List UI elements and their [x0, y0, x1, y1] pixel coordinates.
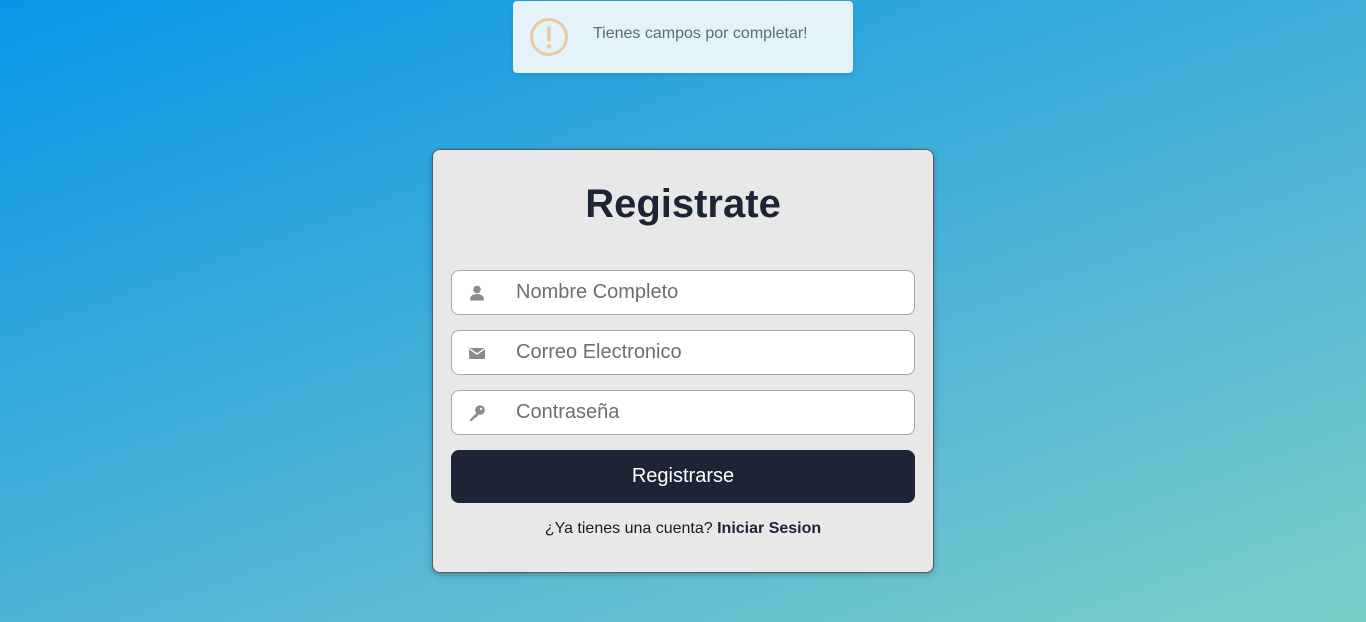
- envelope-icon: [469, 348, 485, 359]
- register-card: Registrate Registrarse ¿Ya tienes una cu…: [432, 149, 934, 573]
- login-prompt-text: ¿Ya tienes una cuenta?: [544, 520, 713, 537]
- full-name-field[interactable]: [451, 270, 915, 315]
- key-icon: [470, 405, 485, 421]
- warning-toast: Tienes campos por completar!: [513, 1, 853, 73]
- full-name-input[interactable]: [516, 271, 906, 314]
- register-button[interactable]: Registrarse: [451, 450, 915, 503]
- login-prompt: ¿Ya tienes una cuenta? Iniciar Sesion: [433, 520, 933, 538]
- exclamation-circle-icon: [530, 18, 568, 56]
- email-field[interactable]: [451, 330, 915, 375]
- password-input[interactable]: [516, 391, 906, 434]
- user-icon: [470, 285, 484, 301]
- form-title: Registrate: [585, 182, 781, 226]
- toast-message: Tienes campos por completar!: [593, 25, 808, 42]
- login-link[interactable]: Iniciar Sesion: [717, 520, 821, 537]
- password-field[interactable]: [451, 390, 915, 435]
- email-input[interactable]: [516, 331, 906, 374]
